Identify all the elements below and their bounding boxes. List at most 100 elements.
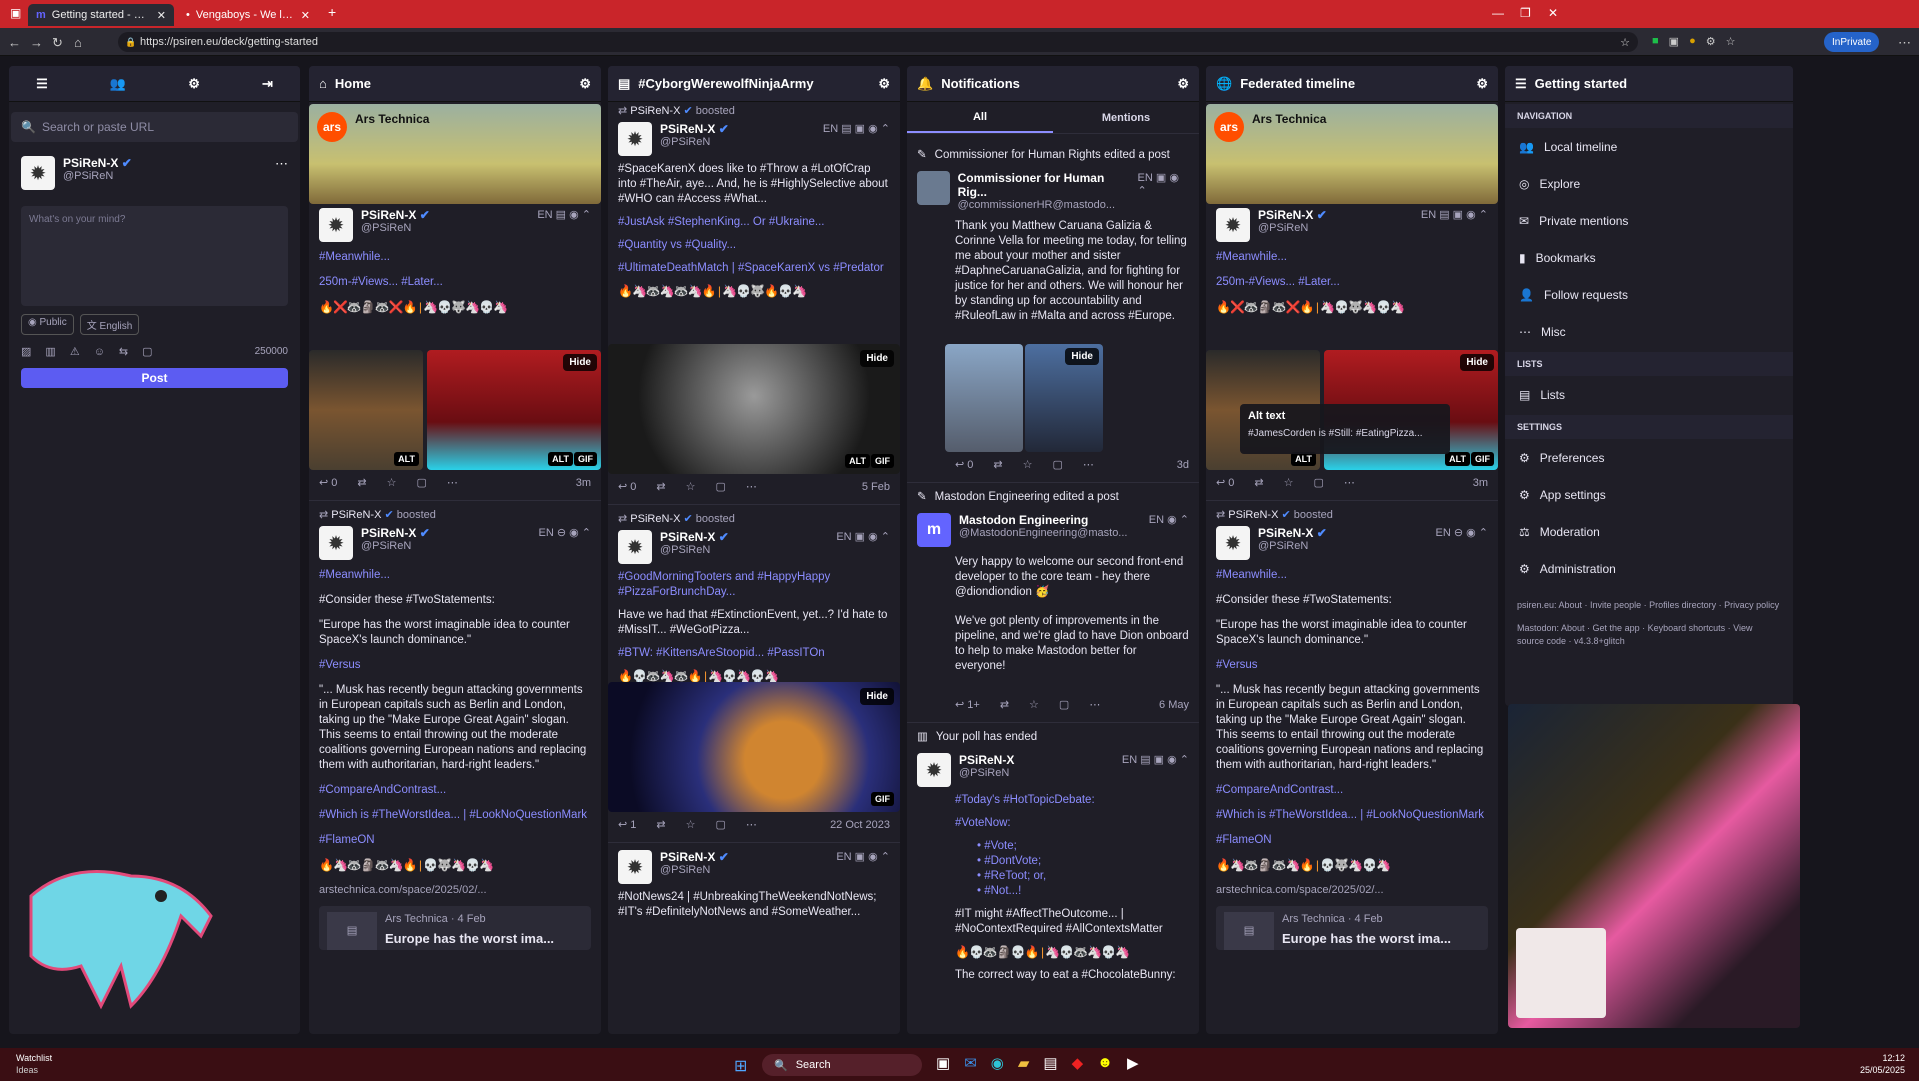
alt-badge[interactable]: ALT xyxy=(548,452,573,466)
favourite-button[interactable]: ☆ xyxy=(1029,698,1039,711)
emoji-icon[interactable]: ☺ xyxy=(94,346,105,358)
more-button[interactable]: ⋯ xyxy=(447,476,458,489)
author-name[interactable]: PSiReN-X xyxy=(660,850,715,864)
close-icon[interactable]: ✕ xyxy=(157,9,166,22)
bookmark-button[interactable]: ▢ xyxy=(1314,476,1324,489)
refresh-icon[interactable]: ↻ xyxy=(52,35,63,51)
author-name[interactable]: PSiReN-X xyxy=(361,208,416,222)
bookmark-icon[interactable]: ▢ xyxy=(142,345,152,358)
extension-icon[interactable]: ▣ xyxy=(1669,35,1679,48)
nav-follow-requests[interactable]: 👤 Follow requests xyxy=(1505,276,1793,313)
status[interactable]: ✹ PSiReN-X ✔ @PSiReN EN ▣ ◉ ⌃ #NotNews24 … xyxy=(608,850,900,920)
avatar[interactable]: ✹ xyxy=(618,530,652,564)
settings-icon[interactable]: ⚙ xyxy=(579,76,591,92)
author-name[interactable]: PSiReN-X xyxy=(660,530,715,544)
minimize-button[interactable]: — xyxy=(1492,6,1504,20)
status[interactable]: ✹ PSiReN-X ✔ @PSiReN EN ▤ ◉ ⌃ #Meanwhile.… xyxy=(309,208,601,315)
settings-icon[interactable]: ⚙ xyxy=(1177,76,1189,92)
booster-name[interactable]: PSiReN-X xyxy=(630,513,680,525)
profile-summary[interactable]: ✹ PSiReN-X ✔ @PSiReN ⋯ xyxy=(9,152,300,194)
booster-name[interactable]: PSiReN-X xyxy=(630,105,680,117)
restore-button[interactable]: ❐ xyxy=(1520,6,1531,20)
mastodon-footer-links[interactable]: Mastodon: About · Get the app · Keyboard… xyxy=(1517,622,1781,648)
boost-button[interactable]: ⇄ xyxy=(1000,698,1009,711)
boost-button[interactable]: ⇄ xyxy=(656,818,665,831)
browser-tab[interactable]: • Vengaboys - We like to Party! (Th ✕ xyxy=(178,4,318,26)
favourite-button[interactable]: ☆ xyxy=(1023,458,1033,471)
people-icon[interactable]: 👥 xyxy=(110,76,126,92)
avatar[interactable]: ✹ xyxy=(21,156,55,190)
nav-bookmarks[interactable]: ▮ Bookmarks xyxy=(1505,239,1793,276)
bookmark-button[interactable]: ▢ xyxy=(716,480,726,493)
compose-textarea[interactable]: What's on your mind? xyxy=(21,206,288,306)
reply-button[interactable]: ↩ 1+ xyxy=(955,698,980,711)
media-player-icon[interactable]: ▶ xyxy=(1127,1054,1139,1072)
new-tab-button[interactable]: + xyxy=(328,4,336,20)
status-time[interactable]: 6 May xyxy=(1159,699,1189,711)
nav-local-timeline[interactable]: 👥 Local timeline xyxy=(1505,128,1793,165)
hide-button[interactable]: Hide xyxy=(1460,354,1494,371)
boost-button[interactable]: ⇄ xyxy=(656,480,665,493)
share-icon[interactable]: ⇆ xyxy=(119,345,128,358)
status[interactable]: ✹ PSiReN-X ✔ @PSiReN EN ▤ ▣ ◉ ⌃ #SpaceKar… xyxy=(608,122,900,299)
more-icon[interactable]: ⋯ xyxy=(1898,35,1911,51)
status[interactable]: ✹ PSiReN-X ✔ @PSiReN EN ▣ ◉ ⌃ #GoodMornin… xyxy=(608,530,900,684)
extension-icon[interactable]: ■ xyxy=(1652,35,1659,48)
alt-badge[interactable]: ALT xyxy=(1445,452,1470,466)
status-time[interactable]: 3m xyxy=(576,477,591,489)
favourite-button[interactable]: ☆ xyxy=(1284,476,1294,489)
author-name[interactable]: PSiReN-X xyxy=(959,753,1014,767)
bookmark-button[interactable]: ▢ xyxy=(716,818,726,831)
more-button[interactable]: ⋯ xyxy=(1089,698,1100,711)
status-time[interactable]: 3d xyxy=(1177,459,1189,471)
app-icon[interactable]: ☻ xyxy=(1097,1054,1113,1072)
watchlist-widget[interactable]: Watchlist Ideas xyxy=(16,1052,52,1076)
avatar[interactable]: ✹ xyxy=(1216,208,1250,242)
notification[interactable]: ▥ Your poll has ended ✹ PSiReN-X @PSiReN E… xyxy=(907,730,1199,983)
back-icon[interactable]: ← xyxy=(8,35,21,50)
media-image[interactable]: Hide xyxy=(1025,344,1103,452)
booster-name[interactable]: PSiReN-X xyxy=(1228,509,1278,521)
instance-footer-links[interactable]: psiren.eu: About · Invite people · Profi… xyxy=(1517,599,1781,612)
home-icon[interactable]: ⌂ xyxy=(74,35,82,50)
author-name[interactable]: PSiReN-X xyxy=(660,122,715,136)
app-icon[interactable]: ▤ xyxy=(1043,1054,1057,1072)
status[interactable]: ✹ PSiReN-X ✔ @PSiReN EN ▤ ▣ ◉ ⌃ #Meanwhil… xyxy=(1206,208,1498,315)
status-link[interactable]: arstechnica.com/space/2025/02/... xyxy=(319,883,591,898)
reply-button[interactable]: ↩ 1 xyxy=(618,818,636,831)
settings-icon[interactable]: ⚙ xyxy=(1476,76,1488,92)
media-gif[interactable]: Hide ALT GIF xyxy=(427,350,601,470)
bookmark-button[interactable]: ▢ xyxy=(417,476,427,489)
bookmark-button[interactable]: ▢ xyxy=(1059,698,1069,711)
image-icon[interactable]: ▨ xyxy=(21,345,31,358)
boost-button[interactable]: ⇄ xyxy=(993,458,1002,471)
favourite-button[interactable]: ☆ xyxy=(686,818,696,831)
visibility-button[interactable]: ◉ Public xyxy=(21,314,74,335)
avatar[interactable]: ✹ xyxy=(1216,526,1250,560)
system-clock[interactable]: 12:12 25/05/2025 xyxy=(1860,1052,1905,1076)
more-button[interactable]: ⋯ xyxy=(1344,476,1355,489)
logout-icon[interactable]: ⇥ xyxy=(262,76,273,92)
media-gif[interactable]: Hide ALT GIF xyxy=(608,344,900,474)
nav-administration[interactable]: ⚙ Administration xyxy=(1505,550,1793,587)
avatar[interactable]: ✹ xyxy=(319,208,353,242)
link-card-image[interactable]: ars Ars Technica xyxy=(1206,104,1498,204)
start-icon[interactable]: ⊞ xyxy=(734,1056,747,1076)
edge-icon[interactable]: ◉ xyxy=(991,1054,1004,1072)
link-preview-card[interactable]: ▤ Ars Technica · 4 Feb Europe has the wo… xyxy=(319,906,591,950)
language-button[interactable]: 文 English xyxy=(79,314,140,335)
close-icon[interactable]: ✕ xyxy=(301,9,310,22)
hide-button[interactable]: Hide xyxy=(860,688,894,705)
author-name[interactable]: PSiReN-X xyxy=(1258,526,1313,540)
more-button[interactable]: ⋯ xyxy=(746,818,757,831)
warning-icon[interactable]: ⚠ xyxy=(70,345,80,358)
boost-button[interactable]: ⇄ xyxy=(1254,476,1263,489)
notification[interactable]: ✎ Commissioner for Human Rights edited a … xyxy=(907,148,1199,324)
author-name[interactable]: Mastodon Engineering xyxy=(959,513,1127,527)
browser-tab-active[interactable]: m Getting started - #MastodonSpy ✕ xyxy=(28,4,174,26)
status-time[interactable]: 3m xyxy=(1473,477,1488,489)
favorites-icon[interactable]: ☆ xyxy=(1726,35,1736,48)
bookmark-button[interactable]: ▢ xyxy=(1053,458,1063,471)
status-time[interactable]: 22 Oct 2023 xyxy=(830,819,890,831)
forward-icon[interactable]: → xyxy=(30,35,43,50)
